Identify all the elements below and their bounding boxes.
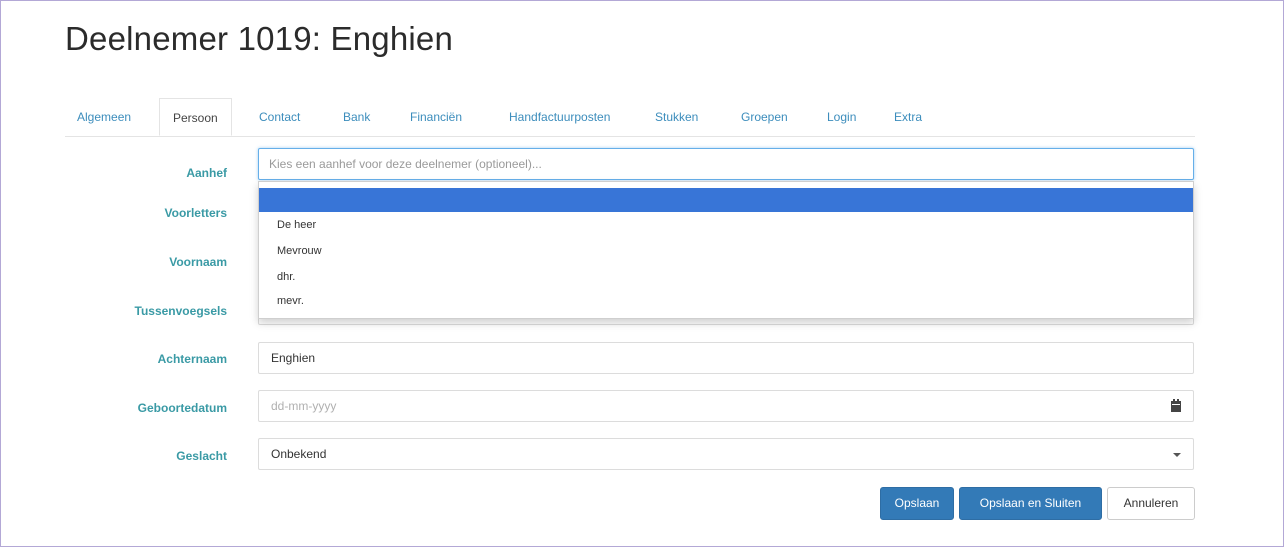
aanhef-label: Aanhef <box>186 166 227 180</box>
page-title: Deelnemer 1019: Enghien <box>65 20 454 57</box>
dropdown-option-de-heer[interactable]: De heer <box>259 214 1193 236</box>
geboortedatum-placeholder: dd-mm-yyyy <box>271 399 337 413</box>
dropdown-option-dhr[interactable]: dhr. <box>259 266 1193 288</box>
tab-extra[interactable]: Extra <box>894 98 922 136</box>
dropdown-option-mevr[interactable]: mevr. <box>259 290 1193 312</box>
tab-contact[interactable]: Contact <box>259 98 300 136</box>
achternaam-label: Achternaam <box>157 352 227 366</box>
tab-groepen[interactable]: Groepen <box>741 98 788 136</box>
voornaam-label: Voornaam <box>169 255 227 269</box>
geboortedatum-label: Geboortedatum <box>137 401 227 415</box>
achternaam-field[interactable]: Enghien <box>258 342 1194 374</box>
tussenvoegsels-label: Tussenvoegsels <box>134 304 227 318</box>
tab-bank[interactable]: Bank <box>343 98 370 136</box>
dropdown-option-empty[interactable] <box>259 188 1193 212</box>
save-button[interactable]: Opslaan <box>880 487 954 520</box>
calendar-icon[interactable] <box>1171 399 1181 412</box>
geslacht-select[interactable]: Onbekend <box>258 438 1194 470</box>
geboortedatum-field[interactable]: dd-mm-yyyy <box>258 390 1194 422</box>
voorletters-label: Voorletters <box>164 206 227 220</box>
tab-login[interactable]: Login <box>827 98 856 136</box>
tab-stukken[interactable]: Stukken <box>655 98 698 136</box>
tab-handfactuurposten[interactable]: Handfactuurposten <box>509 98 610 136</box>
tab-algemeen[interactable]: Algemeen <box>77 98 131 136</box>
tab-financien[interactable]: Financiën <box>410 98 462 136</box>
save-and-close-button[interactable]: Opslaan en Sluiten <box>959 487 1102 520</box>
dropdown-option-mevrouw[interactable]: Mevrouw <box>259 240 1193 262</box>
tab-persoon[interactable]: Persoon <box>159 98 232 136</box>
caret-down-icon <box>1173 453 1181 457</box>
geslacht-label: Geslacht <box>176 449 227 463</box>
tab-bar: Algemeen Persoon Contact Bank Financiën … <box>65 98 1195 137</box>
aanhef-dropdown: De heer Mevrouw dhr. mevr. <box>258 181 1194 319</box>
aanhef-select[interactable]: Kies een aanhef voor deze deelnemer (opt… <box>258 148 1194 180</box>
cancel-button[interactable]: Annuleren <box>1107 487 1195 520</box>
geslacht-value: Onbekend <box>271 447 327 461</box>
aanhef-placeholder: Kies een aanhef voor deze deelnemer (opt… <box>269 157 542 171</box>
